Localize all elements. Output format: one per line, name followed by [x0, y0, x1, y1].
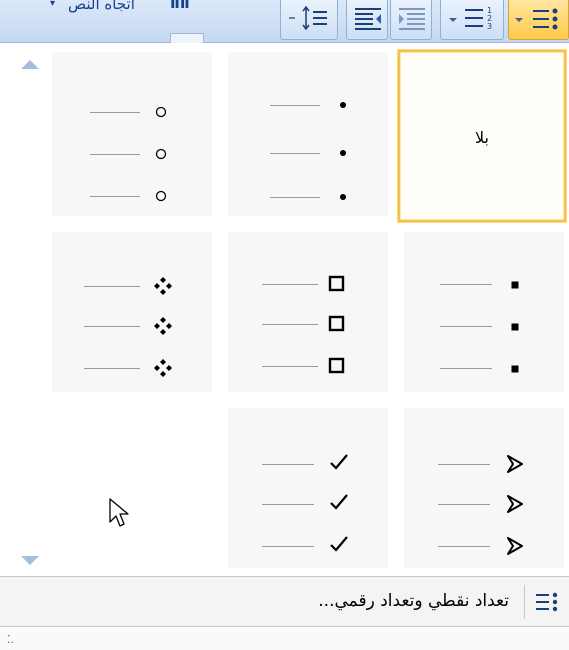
increase-indent-icon	[355, 8, 381, 30]
bullet-text-line	[90, 196, 140, 197]
filled-dot-bullet-icon	[340, 102, 346, 108]
hollow-square-bullet-icon	[328, 315, 345, 332]
bullet-text-line	[440, 368, 492, 369]
small-square-bullet-icon	[511, 365, 519, 373]
small-square-bullet-icon	[511, 281, 519, 289]
dialog-launcher-button[interactable]	[170, 33, 204, 43]
bullet-text-line	[84, 326, 140, 327]
bullet-arrowhead-option[interactable]	[404, 408, 564, 568]
checkmark-bullet-icon	[330, 454, 348, 470]
four-diamonds-bullet-icon	[154, 317, 172, 335]
svg-text:3: 3	[487, 22, 492, 31]
ribbon-paragraph-group: ▾ اتجاه النص ⅡⅡ 1 2 3	[0, 0, 569, 43]
bullet-text-line	[438, 546, 490, 547]
bullet-text-line	[262, 546, 314, 547]
dropdown-arrow-icon: ▾	[50, 0, 56, 9]
bullet-hollow-square-option[interactable]	[228, 232, 388, 392]
define-new-bullet-menu-item[interactable]: تعداد نقطي وتعداد رقمي...	[0, 577, 569, 627]
bullet-text-line	[262, 366, 318, 367]
scroll-down-arrow-icon[interactable]	[21, 556, 39, 565]
bullet-four-diamonds-option[interactable]	[52, 232, 212, 392]
bullet-text-line	[262, 504, 314, 505]
filled-dot-bullet-icon	[340, 194, 346, 200]
bullet-filled-dot-option[interactable]	[228, 52, 388, 216]
bullet-hollow-circle-option[interactable]	[52, 52, 212, 216]
bullet-small-square-option[interactable]	[404, 232, 564, 392]
bullet-text-line	[438, 464, 490, 465]
increase-indent-button[interactable]	[346, 0, 388, 40]
bullet-text-line	[262, 324, 318, 325]
bullet-list-icon	[536, 592, 558, 612]
hollow-circle-bullet-icon	[155, 148, 167, 160]
bullet-text-line	[270, 197, 320, 198]
bullet-text-line	[90, 154, 140, 155]
bullet-text-line	[90, 112, 140, 113]
decrease-indent-button[interactable]	[390, 0, 432, 40]
hollow-circle-bullet-icon	[155, 106, 167, 118]
numbering-list-icon: 1 2 3	[449, 6, 492, 31]
filled-dot-bullet-icon	[340, 150, 346, 156]
gallery-footer: تعداد نقطي وتعداد رقمي... ⁚.	[0, 576, 569, 650]
none-option-label: بلا	[475, 128, 489, 147]
arrowhead-bullet-icon	[507, 537, 523, 555]
bullet-text-line	[262, 284, 318, 285]
checkmark-bullet-icon	[330, 536, 348, 552]
four-diamonds-bullet-icon	[154, 359, 172, 377]
four-diamonds-bullet-icon	[154, 277, 172, 295]
checkmark-bullet-icon	[330, 494, 348, 510]
arrowhead-bullet-icon	[507, 455, 523, 473]
bullet-list-icon	[515, 8, 558, 30]
text-direction-icon: ⅡⅡ	[170, 0, 190, 12]
text-direction-button[interactable]: ▾ اتجاه النص ⅡⅡ	[10, 0, 210, 22]
hollow-square-bullet-icon	[328, 357, 345, 374]
scroll-up-arrow-icon[interactable]	[21, 60, 39, 69]
line-spacing-icon	[289, 5, 327, 31]
numbering-button[interactable]: 1 2 3	[440, 0, 504, 40]
decrease-indent-icon	[399, 8, 425, 30]
arrowhead-bullet-icon	[507, 495, 523, 513]
gallery-scrollbar[interactable]	[0, 44, 40, 576]
small-square-bullet-icon	[511, 323, 519, 331]
bullet-empty-slot	[52, 408, 212, 568]
bullet-text-line	[440, 326, 492, 327]
bullet-text-line	[84, 368, 140, 369]
bullet-text-line	[438, 504, 490, 505]
bullet-checkmark-option[interactable]	[228, 408, 388, 568]
resize-grip-icon[interactable]: ⁚.	[7, 633, 14, 646]
line-spacing-button[interactable]	[280, 0, 338, 40]
bullet-text-line	[84, 286, 140, 287]
bullet-none-option[interactable]: بلا	[398, 50, 566, 222]
bullet-text-line	[270, 153, 320, 154]
bullet-text-line	[440, 284, 492, 285]
hollow-square-bullet-icon	[328, 275, 345, 292]
bullets-button[interactable]	[508, 0, 569, 40]
define-new-bullet-label: تعداد نقطي وتعداد رقمي...	[318, 591, 509, 611]
bullet-text-line	[270, 105, 320, 106]
mouse-pointer-icon	[109, 498, 129, 527]
bullet-text-line	[262, 464, 314, 465]
menu-separator	[524, 585, 525, 619]
hollow-circle-bullet-icon	[155, 190, 167, 202]
text-direction-label: اتجاه النص	[68, 0, 135, 13]
